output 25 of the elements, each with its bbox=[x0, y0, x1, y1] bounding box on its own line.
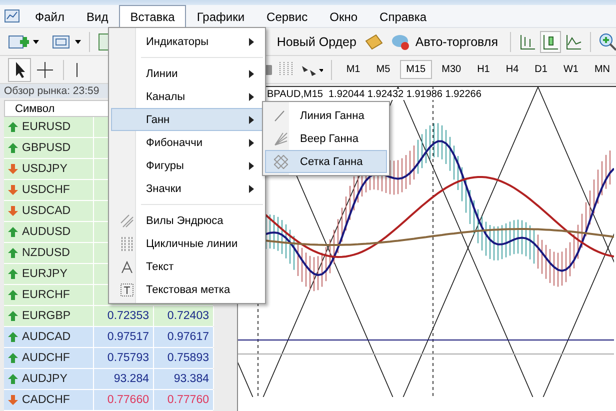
bid-cell: 93.284 bbox=[94, 369, 154, 389]
bid-cell: 0.75793 bbox=[94, 348, 154, 368]
chart-header: BPAUD,M15 1.92044 1.92432 1.91986 1.92266 bbox=[267, 89, 482, 100]
symbol-text: EURJPY bbox=[22, 268, 68, 280]
symbol-text: GBPUSD bbox=[22, 142, 71, 154]
symbol-text: USDCHF bbox=[22, 184, 70, 196]
symbol-text: AUDUSD bbox=[22, 226, 71, 238]
symbol-text: USDJPY bbox=[22, 163, 68, 175]
symbol-text: CADCHF bbox=[22, 394, 70, 406]
ask-cell: 93.384 bbox=[154, 369, 214, 389]
symbol-text: EURUSD bbox=[22, 121, 71, 133]
ask-cell: 0.75893 bbox=[154, 348, 214, 368]
bid-cell: 0.77660 bbox=[94, 390, 154, 410]
symbol-text: AUDCHF bbox=[22, 352, 70, 364]
bid-cell: 0.97517 bbox=[94, 327, 154, 347]
bid-cell: 0.72353 bbox=[94, 306, 154, 326]
ask-cell: 0.77760 bbox=[154, 390, 214, 410]
symbol-text: EURCHF bbox=[22, 289, 70, 301]
symbol-text: USDCAD bbox=[22, 205, 71, 217]
ask-cell: 0.72403 bbox=[154, 306, 214, 326]
symbol-text: NZDUSD bbox=[22, 247, 70, 259]
symbol-text: AUDCAD bbox=[22, 331, 71, 343]
ask-cell: 0.97617 bbox=[154, 327, 214, 347]
symbol-text: AUDJPY bbox=[22, 373, 68, 385]
symbol-text: EURGBP bbox=[22, 310, 71, 322]
